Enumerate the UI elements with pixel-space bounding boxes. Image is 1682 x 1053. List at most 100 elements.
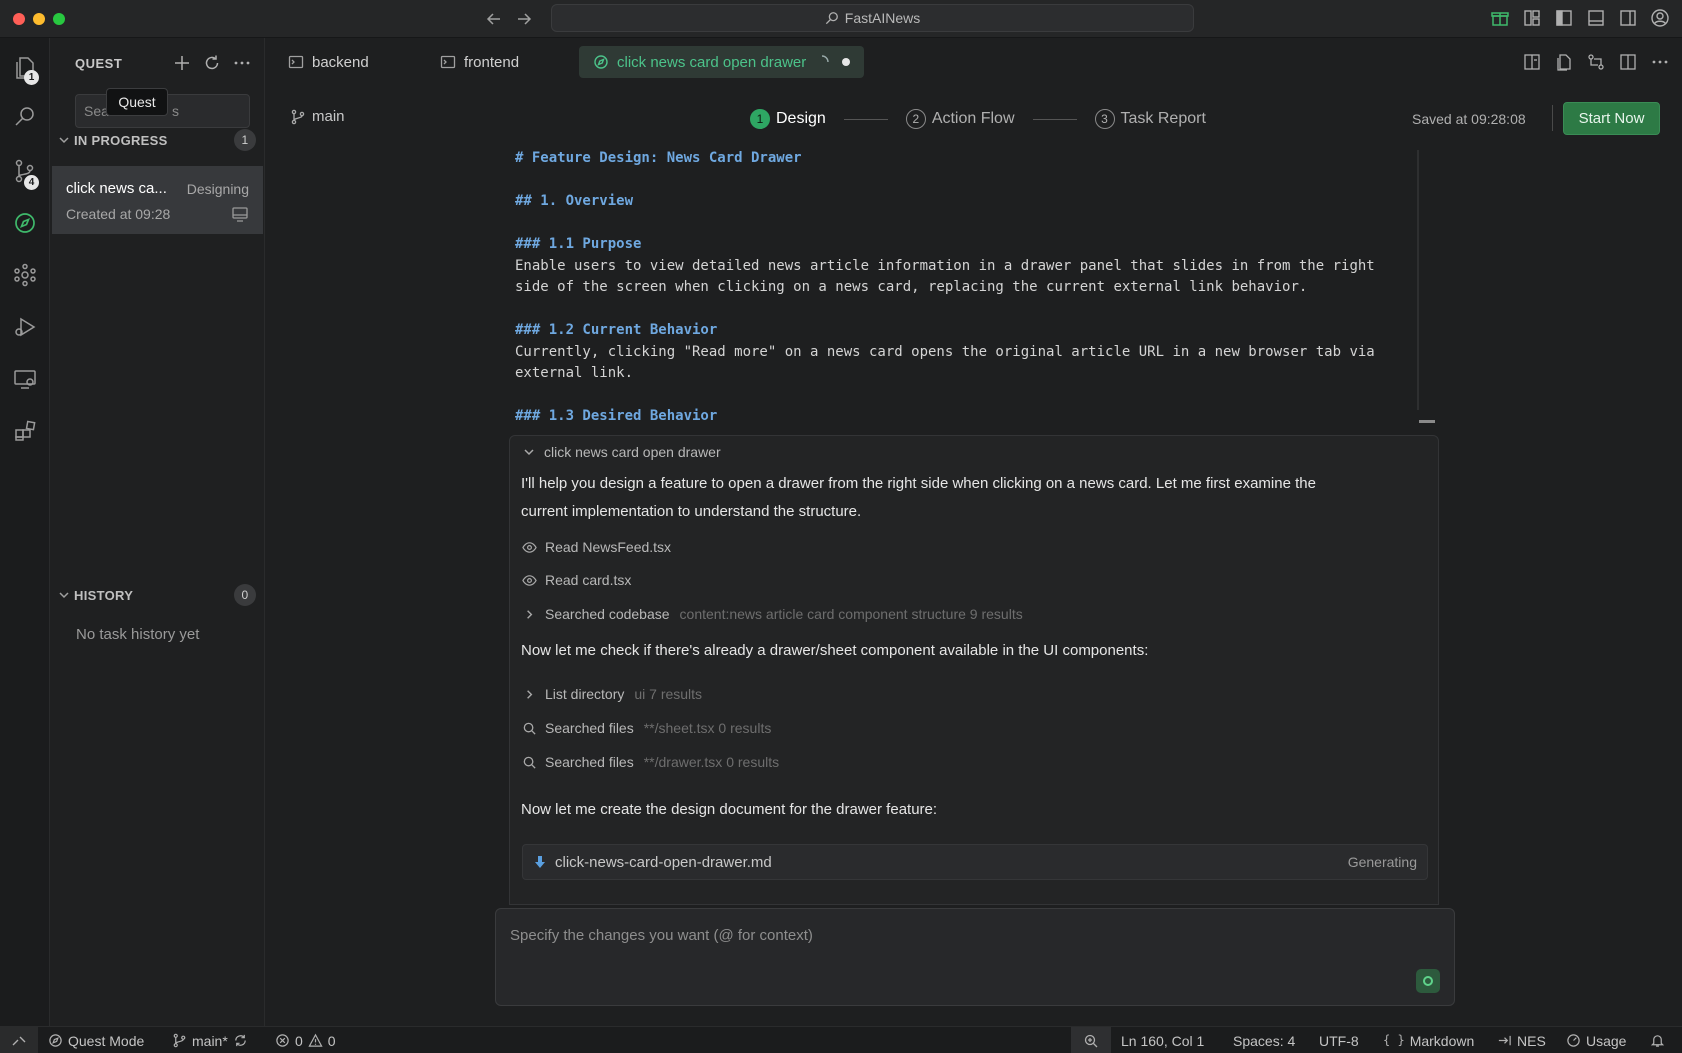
tool-label: Searched files: [545, 720, 634, 736]
md-heading-overview: ## 1. Overview: [515, 193, 634, 209]
step-design[interactable]: 1 Design: [750, 109, 826, 129]
run-debug-icon[interactable]: [12, 314, 38, 340]
cursor-position[interactable]: Ln 160, Col 1: [1121, 1027, 1204, 1053]
compare-changes-icon[interactable]: [1586, 52, 1606, 72]
close-window-button[interactable]: [13, 13, 25, 25]
tool-search-drawer[interactable]: Searched files **/drawer.tsx 0 results: [522, 754, 779, 770]
monitor-icon[interactable]: [231, 205, 249, 223]
unsaved-dot[interactable]: [842, 58, 851, 66]
chevron-down-icon: [56, 132, 72, 148]
tool-detail: **/sheet.tsx 0 results: [643, 720, 772, 736]
title-bar: FastAINews: [0, 0, 1682, 38]
search-placeholder-end: s: [172, 103, 179, 119]
notifications-bell-icon[interactable]: [1650, 1027, 1665, 1053]
language-mode-status[interactable]: { } Markdown: [1383, 1027, 1474, 1053]
branch-label: main*: [192, 1032, 228, 1049]
send-button[interactable]: [1416, 969, 1440, 993]
branch-indicator[interactable]: main: [290, 108, 345, 125]
git-branch-icon: [172, 1033, 187, 1048]
search-icon[interactable]: [12, 104, 38, 130]
chat-header[interactable]: click news card open drawer: [522, 444, 721, 460]
minimize-window-button[interactable]: [33, 13, 45, 25]
step-label: Design: [776, 110, 826, 127]
markdown-editor[interactable]: # Feature Design: News Card Drawer ## 1.…: [515, 148, 1415, 428]
in-progress-section-header[interactable]: IN PROGRESS 1: [56, 128, 256, 152]
search-icon: [522, 721, 537, 736]
toggle-primary-sidebar-icon[interactable]: [1554, 8, 1574, 28]
back-arrow-icon[interactable]: [484, 9, 504, 29]
chat-input[interactable]: Specify the changes you want (@ for cont…: [495, 908, 1455, 1006]
quest-mode-label: Quest Mode: [68, 1032, 145, 1049]
eye-icon: [522, 540, 537, 555]
open-preview-icon[interactable]: [1522, 52, 1542, 72]
nes-status[interactable]: NES: [1497, 1027, 1546, 1053]
tool-read-newsfeed[interactable]: Read NewsFeed.tsx: [522, 539, 671, 555]
usage-status[interactable]: Usage: [1566, 1027, 1626, 1053]
tool-label: List directory: [545, 686, 625, 702]
arrow-to-line-icon: [1497, 1033, 1512, 1048]
sync-icon[interactable]: [233, 1033, 248, 1048]
explorer-badge: 1: [24, 70, 39, 85]
open-file-icon[interactable]: [1554, 52, 1574, 72]
tab-quest-task[interactable]: click news card open drawer: [579, 46, 865, 78]
message-line: I'll help you design a feature to open a…: [521, 475, 1316, 492]
scrollbar-thumb[interactable]: [1419, 420, 1435, 423]
refresh-icon[interactable]: [202, 53, 222, 73]
tab-label: frontend: [464, 53, 520, 71]
remote-indicator-icon[interactable]: [0, 1027, 38, 1053]
history-label: HISTORY: [74, 587, 134, 603]
quest-compass-icon: [593, 54, 609, 70]
generated-file-item[interactable]: click-news-card-open-drawer.md Generatin…: [522, 844, 1428, 880]
file-name: click-news-card-open-drawer.md: [555, 853, 772, 871]
divider: [1552, 105, 1553, 131]
tool-read-card[interactable]: Read card.tsx: [522, 572, 631, 588]
chevron-down-icon: [522, 445, 536, 459]
indentation-status[interactable]: Spaces: 4: [1233, 1027, 1295, 1053]
history-section-header[interactable]: HISTORY 0: [56, 583, 256, 607]
step-number: 2: [905, 109, 926, 129]
assistant-message: I'll help you design a feature to open a…: [521, 470, 1421, 526]
git-branch-icon: [290, 109, 306, 125]
md-text-line: Enable users to view detailed news artic…: [515, 257, 1375, 274]
tab-backend[interactable]: backend: [274, 46, 383, 78]
split-editor-icon[interactable]: [1618, 52, 1638, 72]
extensions-icon[interactable]: [12, 418, 38, 444]
forward-arrow-icon[interactable]: [514, 9, 534, 29]
more-actions-icon[interactable]: [1650, 52, 1670, 72]
task-item[interactable]: click news ca... Designing Created at 09…: [52, 166, 263, 234]
usage-label: Usage: [1586, 1032, 1627, 1049]
step-connector: [843, 118, 888, 120]
command-center-search[interactable]: FastAINews: [551, 4, 1194, 32]
tab-frontend[interactable]: frontend: [426, 46, 533, 78]
encoding-status[interactable]: UTF-8: [1319, 1027, 1359, 1053]
toggle-panel-icon[interactable]: [1586, 8, 1606, 28]
gift-icon[interactable]: [1490, 8, 1510, 28]
editor-scrollbar[interactable]: [1417, 150, 1419, 410]
start-now-button[interactable]: Start Now: [1563, 102, 1660, 135]
tool-search-codebase[interactable]: Searched codebase content:news article c…: [522, 606, 1023, 622]
customize-layout-icon[interactable]: [1522, 8, 1542, 28]
account-icon[interactable]: [1650, 8, 1670, 28]
tool-list-directory[interactable]: List directory ui 7 results: [522, 686, 702, 702]
tool-search-sheet[interactable]: Searched files **/sheet.tsx 0 results: [522, 720, 771, 736]
quest-mode-status[interactable]: Quest Mode: [48, 1027, 144, 1053]
problems-status[interactable]: 0 0: [275, 1027, 336, 1053]
quest-icon[interactable]: [12, 210, 38, 236]
toggle-secondary-sidebar-icon[interactable]: [1618, 8, 1638, 28]
remote-explorer-icon[interactable]: [12, 366, 38, 392]
warning-icon: [308, 1033, 323, 1048]
md-text-line: Currently, clicking "Read more" on a new…: [515, 343, 1375, 360]
agents-icon[interactable]: [12, 262, 38, 288]
maximize-window-button[interactable]: [53, 13, 65, 25]
more-actions-icon[interactable]: [232, 53, 252, 73]
history-empty-text: No task history yet: [76, 626, 200, 643]
step-task-report[interactable]: 3 Task Report: [1094, 109, 1206, 129]
step-action-flow[interactable]: 2 Action Flow: [905, 109, 1015, 129]
new-quest-plus-icon[interactable]: [172, 53, 192, 73]
zoom-icon[interactable]: [1071, 1027, 1111, 1053]
md-heading-purpose: ### 1.1 Purpose: [515, 236, 642, 252]
branch-status[interactable]: main*: [172, 1027, 248, 1053]
step-label: Task Report: [1120, 110, 1206, 127]
tool-label: Read card.tsx: [545, 572, 632, 588]
activity-bar: 1 4: [0, 38, 50, 1026]
